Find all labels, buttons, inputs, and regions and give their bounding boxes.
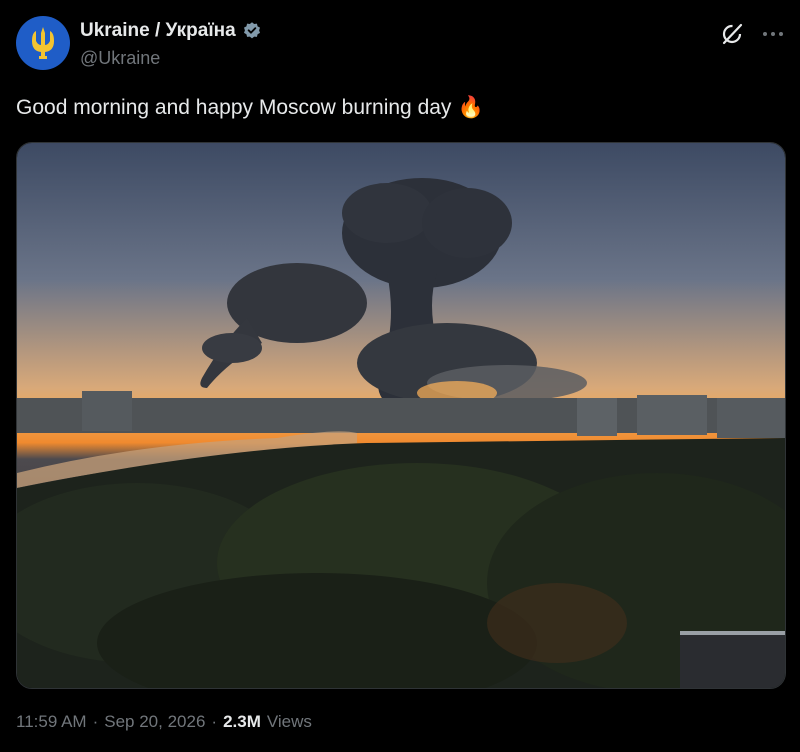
meta-separator: · (92, 712, 99, 731)
post-date[interactable]: Sep 20, 2026 (104, 712, 205, 732)
views-label: Views (266, 712, 312, 731)
verified-badge-icon (243, 22, 260, 39)
post-media-image[interactable] (16, 142, 786, 689)
post-time[interactable]: 11:59 AM (16, 712, 87, 732)
account-names: Ukraine / Україна @Ukraine (80, 20, 262, 69)
post-meta: 11:59 AM · Sep 20, 2026 · 2.3M Views (16, 712, 312, 732)
display-name[interactable]: Ukraine / Україна (80, 20, 236, 42)
top-actions (720, 22, 784, 46)
ukraine-trident-icon (32, 27, 54, 59)
display-name-row: Ukraine / Україна (80, 20, 262, 42)
post-text: Good morning and happy Moscow burning da… (16, 96, 484, 120)
meta-separator: · (211, 712, 218, 731)
more-options-icon[interactable] (762, 31, 784, 37)
avatar[interactable] (16, 16, 70, 70)
post-text-content: Good morning and happy Moscow burning da… (16, 96, 452, 119)
grok-icon[interactable] (720, 22, 744, 46)
account-handle[interactable]: @Ukraine (80, 48, 262, 69)
post-header: Ukraine / Україна @Ukraine (16, 16, 784, 74)
fire-emoji-icon: 🔥 (457, 96, 484, 119)
photo-illustration (17, 143, 785, 688)
views-count[interactable]: 2.3M (223, 712, 261, 732)
